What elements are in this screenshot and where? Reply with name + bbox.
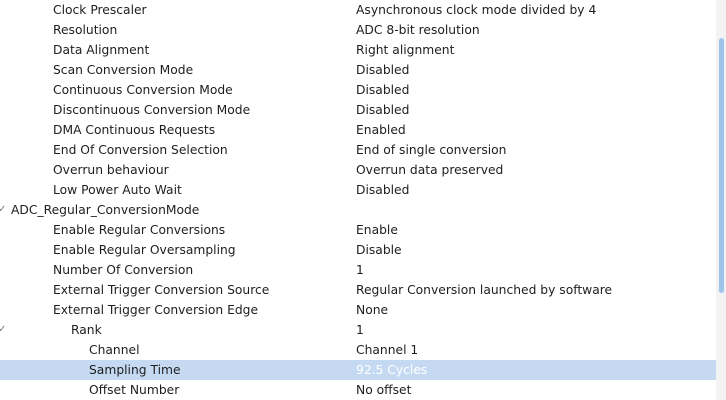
- param-label: Discontinuous Conversion Mode: [53, 103, 251, 117]
- param-label: Enable Regular Oversampling: [53, 243, 236, 257]
- param-label: Channel: [89, 343, 140, 357]
- tree-row-low-power-auto-wait[interactable]: Low Power Auto Wait Disabled: [0, 180, 716, 200]
- chevron-down-icon[interactable]: ✓: [0, 200, 6, 220]
- param-label: External Trigger Conversion Edge: [53, 303, 259, 317]
- param-value[interactable]: Disabled: [356, 60, 409, 80]
- scrollbar-thumb[interactable]: [719, 38, 724, 293]
- param-value[interactable]: No offset: [356, 380, 411, 400]
- param-label: End Of Conversion Selection: [53, 143, 228, 157]
- param-label: Data Alignment: [53, 43, 150, 57]
- param-value[interactable]: Asynchronous clock mode divided by 4: [356, 0, 596, 20]
- tree-row-number-of-conversion[interactable]: Number Of Conversion 1: [0, 260, 716, 280]
- tree-row-resolution[interactable]: Resolution ADC 8-bit resolution: [0, 20, 716, 40]
- param-label: Low Power Auto Wait: [53, 183, 182, 197]
- chevron-down-icon[interactable]: ✓: [0, 320, 6, 340]
- tree-row-external-trigger-conversion-edge[interactable]: External Trigger Conversion Edge None: [0, 300, 716, 320]
- param-value[interactable]: End of single conversion: [356, 140, 506, 160]
- param-value[interactable]: Disabled: [356, 80, 409, 100]
- tree-group-rank[interactable]: ✓ Rank 1: [0, 320, 716, 340]
- param-label: Number Of Conversion: [53, 263, 194, 277]
- param-label: Offset Number: [89, 383, 180, 397]
- param-label: Clock Prescaler: [53, 3, 147, 17]
- tree-row-data-alignment[interactable]: Data Alignment Right alignment: [0, 40, 716, 60]
- param-value[interactable]: Disabled: [356, 180, 409, 200]
- param-label: Sampling Time: [89, 363, 181, 377]
- tree-row-offset-number[interactable]: Offset Number No offset: [0, 380, 716, 400]
- parameter-tree: Clock Prescaler Asynchronous clock mode …: [0, 0, 716, 400]
- param-label: DMA Continuous Requests: [53, 123, 216, 137]
- param-label: Resolution: [53, 23, 118, 37]
- param-value[interactable]: 1: [356, 260, 364, 280]
- param-value[interactable]: Right alignment: [356, 40, 454, 60]
- tree-row-scan-conversion-mode[interactable]: Scan Conversion Mode Disabled: [0, 60, 716, 80]
- tree-row-enable-regular-oversampling[interactable]: Enable Regular Oversampling Disable: [0, 240, 716, 260]
- param-value[interactable]: ADC 8-bit resolution: [356, 20, 480, 40]
- param-value[interactable]: 1: [356, 320, 364, 340]
- param-value[interactable]: Disabled: [356, 100, 409, 120]
- param-value[interactable]: Regular Conversion launched by software: [356, 280, 612, 300]
- param-value[interactable]: Disable: [356, 240, 402, 260]
- vertical-scrollbar[interactable]: [716, 0, 726, 400]
- param-label: Continuous Conversion Mode: [53, 83, 233, 97]
- param-value[interactable]: Enable: [356, 220, 398, 240]
- group-label: ADC_Regular_ConversionMode: [11, 203, 200, 217]
- param-value[interactable]: Enabled: [356, 120, 406, 140]
- param-value[interactable]: Overrun data preserved: [356, 160, 503, 180]
- param-value[interactable]: 92.5 Cycles: [356, 360, 427, 380]
- tree-row-dma-continuous-requests[interactable]: DMA Continuous Requests Enabled: [0, 120, 716, 140]
- tree-row-external-trigger-conversion-source[interactable]: External Trigger Conversion Source Regul…: [0, 280, 716, 300]
- param-label: Scan Conversion Mode: [53, 63, 194, 77]
- tree-row-overrun-behaviour[interactable]: Overrun behaviour Overrun data preserved: [0, 160, 716, 180]
- tree-row-sampling-time[interactable]: Sampling Time 92.5 Cycles: [0, 360, 716, 380]
- tree-row-channel[interactable]: Channel Channel 1: [0, 340, 716, 360]
- param-label: Overrun behaviour: [53, 163, 169, 177]
- tree-row-clock-prescaler[interactable]: Clock Prescaler Asynchronous clock mode …: [0, 0, 716, 20]
- tree-row-discontinuous-conversion-mode[interactable]: Discontinuous Conversion Mode Disabled: [0, 100, 716, 120]
- param-value[interactable]: None: [356, 300, 388, 320]
- tree-row-enable-regular-conversions[interactable]: Enable Regular Conversions Enable: [0, 220, 716, 240]
- tree-row-continuous-conversion-mode[interactable]: Continuous Conversion Mode Disabled: [0, 80, 716, 100]
- group-label: Rank: [71, 323, 102, 337]
- param-label: External Trigger Conversion Source: [53, 283, 270, 297]
- param-label: Enable Regular Conversions: [53, 223, 226, 237]
- tree-group-adc-regular-conversionmode[interactable]: ✓ ADC_Regular_ConversionMode: [0, 200, 716, 220]
- tree-row-end-of-conversion-selection[interactable]: End Of Conversion Selection End of singl…: [0, 140, 716, 160]
- param-value[interactable]: Channel 1: [356, 340, 418, 360]
